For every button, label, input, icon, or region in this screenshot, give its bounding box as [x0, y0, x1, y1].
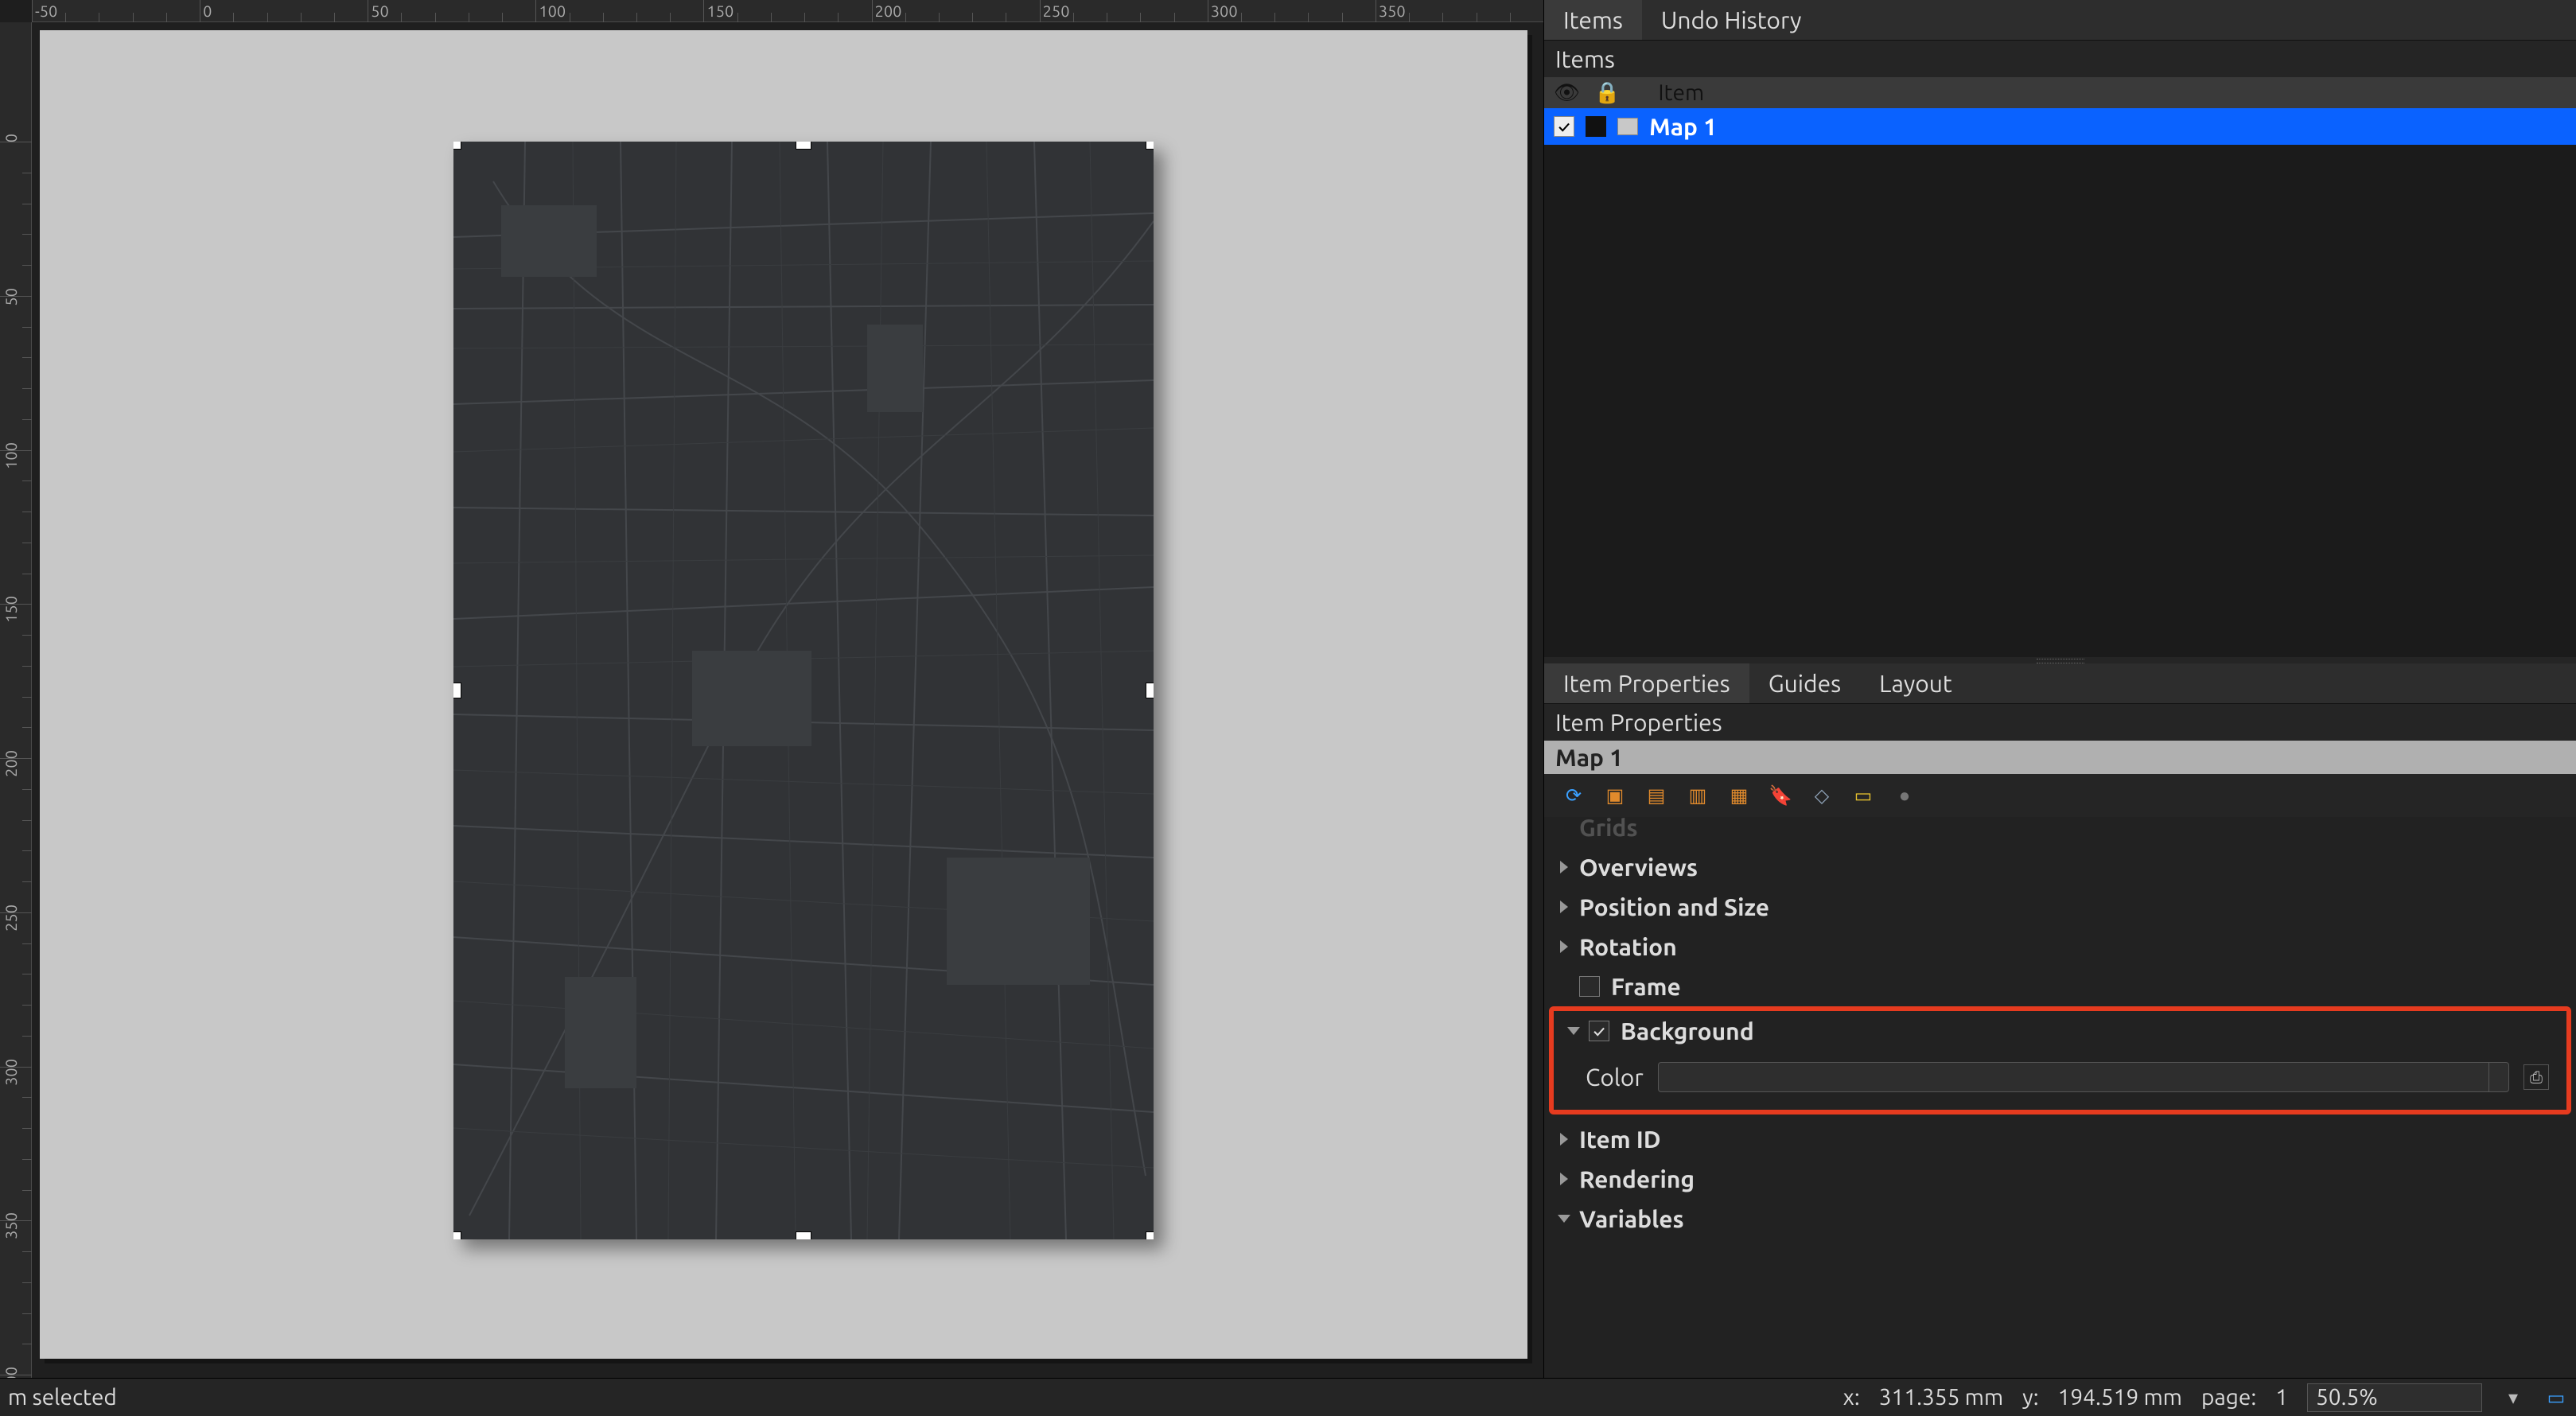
section-variables-label: Variables — [1579, 1205, 1684, 1232]
items-panel-tabs: Items Undo History — [1544, 0, 2576, 41]
tab-undo-history[interactable]: Undo History — [1642, 0, 1821, 40]
layout-canvas[interactable]: -50050100150200250300350400 050100150200… — [0, 0, 1543, 1378]
section-position-size[interactable]: Position and Size — [1544, 887, 2576, 927]
clip-icon[interactable]: ◇ — [1808, 782, 1835, 809]
section-overviews-label: Overviews — [1579, 854, 1698, 881]
zoom-input[interactable]: 50.5% — [2307, 1383, 2482, 1412]
section-background-label: Background — [1621, 1017, 1754, 1044]
section-background[interactable]: ✓ Background — [1554, 1011, 2566, 1051]
labeling-icon[interactable]: ● — [1891, 782, 1918, 809]
status-selection: m selected — [8, 1385, 117, 1410]
zoom-value: 50.5% — [2316, 1385, 2378, 1410]
section-variables[interactable]: Variables — [1544, 1199, 2576, 1239]
disclosure-icon — [1560, 901, 1568, 913]
section-item-id-label: Item ID — [1579, 1126, 1661, 1153]
map-item[interactable] — [453, 142, 1154, 1239]
map-icon — [1617, 118, 1638, 135]
tab-item-properties[interactable]: Item Properties — [1544, 663, 1749, 703]
section-rotation-label: Rotation — [1579, 933, 1677, 960]
section-rendering[interactable]: Rendering — [1544, 1159, 2576, 1199]
extent-layer-icon[interactable]: ▥ — [1684, 782, 1711, 809]
section-item-id[interactable]: Item ID — [1544, 1119, 2576, 1159]
item-visibility-checkbox[interactable]: ✓ — [1554, 116, 1574, 137]
disclosure-icon — [1560, 1133, 1568, 1146]
section-position-label: Position and Size — [1579, 893, 1769, 920]
disclosure-icon — [1560, 861, 1568, 873]
zoom-full-icon[interactable]: ▭ — [2544, 1386, 2568, 1410]
disclosure-icon — [1560, 940, 1568, 953]
disclosure-icon — [1567, 1027, 1580, 1035]
resize-handle-nw[interactable] — [453, 142, 461, 150]
resize-handle-ne[interactable] — [1146, 142, 1154, 150]
extent-selection-icon[interactable]: ▦ — [1726, 782, 1753, 809]
status-page-value: 1 — [2275, 1385, 2288, 1410]
background-highlight: ✓ Background Color ⎙ — [1549, 1006, 2571, 1115]
extent-canvas-icon[interactable]: ▣ — [1601, 782, 1628, 809]
resize-handle-n[interactable] — [796, 142, 811, 150]
items-panel-title: Items — [1544, 41, 2576, 77]
status-y-value: 194.519 mm — [2058, 1385, 2182, 1410]
background-color-label: Color — [1586, 1064, 1644, 1091]
resize-handle-w[interactable] — [453, 683, 461, 698]
resize-handle-e[interactable] — [1146, 683, 1154, 698]
tab-items[interactable]: Items — [1544, 0, 1642, 40]
items-list-header: 👁 🔒 Item — [1544, 77, 2576, 108]
data-defined-override-icon[interactable]: ⎙ — [2523, 1064, 2549, 1090]
interactive-edit-icon[interactable]: ▭ — [1850, 782, 1877, 809]
item-row-map1[interactable]: ✓ Map 1 — [1544, 108, 2576, 145]
ruler-horizontal[interactable]: -50050100150200250300350400 — [32, 0, 1543, 22]
section-overviews[interactable]: Overviews — [1544, 847, 2576, 887]
tab-guides[interactable]: Guides — [1749, 663, 1860, 703]
item-properties-body[interactable]: Grids Overviews Position and Size Rotati… — [1544, 817, 2576, 1378]
resize-handle-se[interactable] — [1146, 1231, 1154, 1239]
status-x-value: 311.355 mm — [1879, 1385, 2003, 1410]
status-x-label: x: — [1843, 1385, 1860, 1410]
resize-handle-sw[interactable] — [453, 1231, 461, 1239]
items-header-item-label: Item — [1658, 80, 1704, 105]
section-frame[interactable]: Frame — [1544, 967, 2576, 1006]
item-properties-title: Item Properties — [1544, 704, 2576, 741]
section-frame-label: Frame — [1611, 973, 1681, 1000]
ruler-vertical[interactable]: 050100150200250300350400 — [0, 22, 32, 1378]
section-rendering-label: Rendering — [1579, 1165, 1695, 1192]
eye-icon: 👁 — [1554, 80, 1580, 105]
status-page-label: page: — [2201, 1385, 2256, 1410]
lock-icon: 🔒 — [1594, 80, 1620, 105]
items-list[interactable]: ✓ Map 1 — [1544, 108, 2576, 657]
section-rotation[interactable]: Rotation — [1544, 927, 2576, 967]
refresh-icon[interactable]: ⟳ — [1560, 782, 1587, 809]
item-properties-header: Map 1 — [1544, 741, 2576, 774]
background-color-row: Color ⎙ — [1554, 1051, 2566, 1110]
item-row-label: Map 1 — [1649, 113, 1717, 140]
bookmark-icon[interactable]: 🔖 — [1767, 782, 1794, 809]
section-grids[interactable]: Grids — [1544, 817, 2576, 847]
panel-splitter[interactable] — [1544, 657, 2576, 663]
disclosure-icon — [1560, 1173, 1568, 1185]
extent-saved-icon[interactable]: ▤ — [1643, 782, 1670, 809]
layout-page[interactable] — [40, 30, 1527, 1359]
properties-panel-tabs: Item Properties Guides Layout — [1544, 663, 2576, 704]
frame-checkbox[interactable] — [1579, 976, 1600, 997]
status-bar: m selected x: 311.355 mm y: 194.519 mm p… — [0, 1378, 2576, 1416]
resize-handle-s[interactable] — [796, 1231, 811, 1239]
layout-viewport[interactable] — [32, 22, 1543, 1378]
background-color-button[interactable] — [1658, 1062, 2509, 1092]
zoom-dropdown-icon[interactable]: ▾ — [2501, 1386, 2525, 1410]
item-lock-swatch[interactable] — [1586, 116, 1606, 137]
map-properties-toolbar: ⟳ ▣ ▤ ▥ ▦ 🔖 ◇ ▭ ● — [1544, 774, 2576, 817]
section-grids-label: Grids — [1579, 817, 1638, 841]
status-y-label: y: — [2022, 1385, 2038, 1410]
disclosure-icon — [1558, 1215, 1570, 1223]
tab-layout[interactable]: Layout — [1860, 663, 1971, 703]
background-checkbox[interactable]: ✓ — [1589, 1021, 1609, 1041]
